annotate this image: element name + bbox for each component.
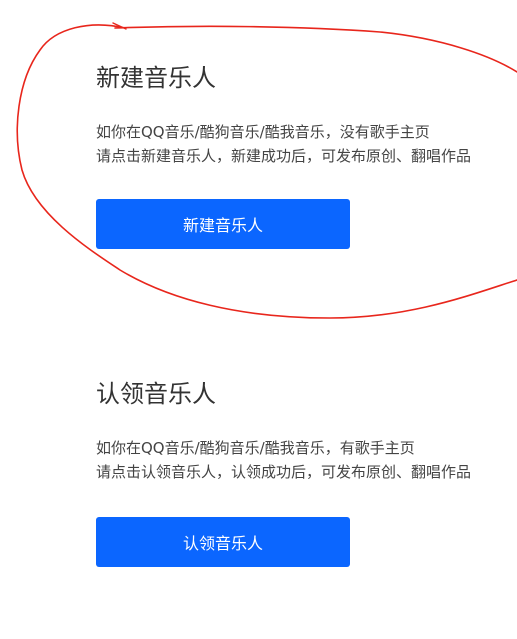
claim-musician-desc-line1: 如你在QQ音乐/酷狗音乐/酷我音乐，有歌手主页 <box>96 439 415 457</box>
create-musician-title: 新建音乐人 <box>96 64 216 92</box>
create-musician-section: 新建音乐人 如你在QQ音乐/酷狗音乐/酷我音乐，没有歌手主页 请点击新建音乐人，… <box>96 62 517 249</box>
musician-entry-page: 新建音乐人 如你在QQ音乐/酷狗音乐/酷我音乐，没有歌手主页 请点击新建音乐人，… <box>0 0 517 639</box>
claim-musician-section: 认领音乐人 如你在QQ音乐/酷狗音乐/酷我音乐，有歌手主页 请点击认领音乐人，认… <box>96 378 517 567</box>
create-musician-button[interactable]: 新建音乐人 <box>96 199 350 249</box>
claim-musician-description: 如你在QQ音乐/酷狗音乐/酷我音乐，有歌手主页 请点击认领音乐人，认领成功后，可… <box>96 436 517 484</box>
claim-musician-desc-line2: 请点击认领音乐人，认领成功后，可发布原创、翻唱作品 <box>96 463 472 481</box>
annotation-stroke-tick <box>112 22 127 30</box>
create-musician-desc-line1: 如你在QQ音乐/酷狗音乐/酷我音乐，没有歌手主页 <box>96 123 430 141</box>
claim-musician-title: 认领音乐人 <box>96 380 216 408</box>
create-musician-description: 如你在QQ音乐/酷狗音乐/酷我音乐，没有歌手主页 请点击新建音乐人，新建成功后，… <box>96 120 517 168</box>
claim-musician-button[interactable]: 认领音乐人 <box>96 517 350 567</box>
create-musician-desc-line2: 请点击新建音乐人，新建成功后，可发布原创、翻唱作品 <box>96 147 472 165</box>
